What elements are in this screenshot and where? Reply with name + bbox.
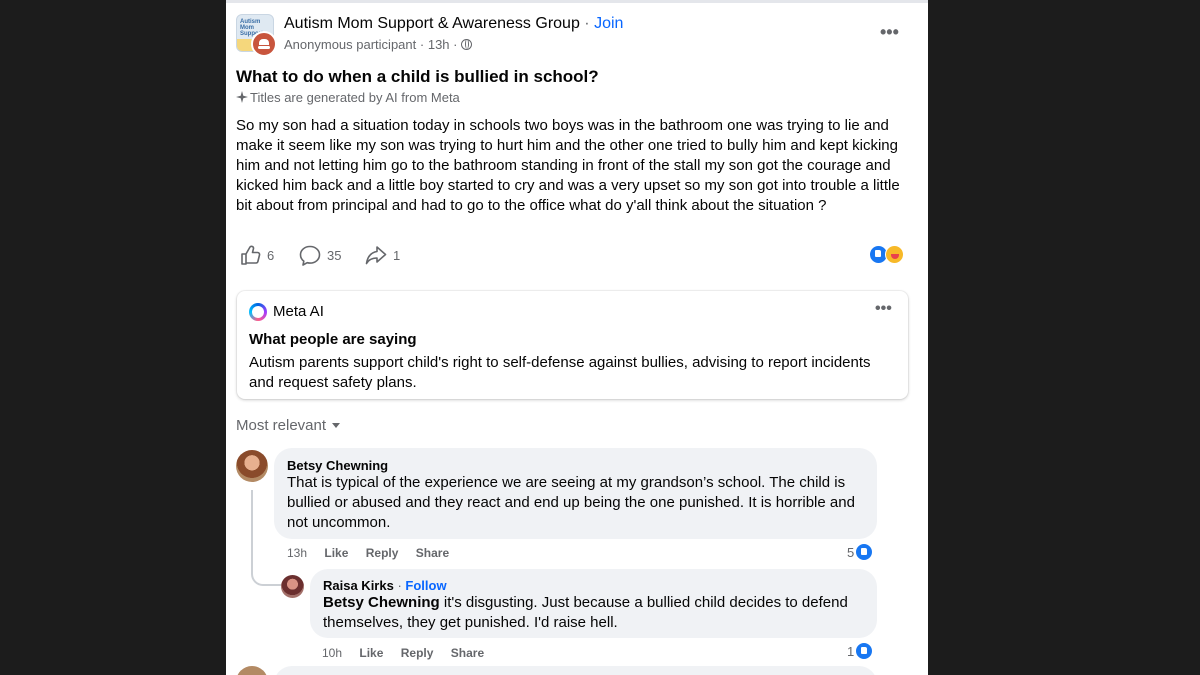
meta-ai-label: Meta AI xyxy=(273,303,324,320)
group-name-line: Autism Mom Support & Awareness Group · J… xyxy=(284,15,623,33)
sort-label: Most relevant xyxy=(236,417,327,434)
comment-reply-button[interactable]: Reply xyxy=(366,546,399,560)
comment-bubble: Betsy Chewning That is typical of the ex… xyxy=(274,448,877,539)
post-title: What to do when a child is bullied in sc… xyxy=(236,67,599,86)
ai-title-note-text: Titles are generated by AI from Meta xyxy=(250,90,460,105)
like-icon xyxy=(241,245,261,265)
comment-button[interactable]: 35 xyxy=(299,244,341,266)
meta-separator: · xyxy=(419,37,425,52)
comment-bubble xyxy=(274,666,877,675)
share-icon xyxy=(365,246,387,265)
post-time[interactable]: 13h xyxy=(428,37,450,52)
meta-ai-icon xyxy=(249,303,267,321)
reply-like-button[interactable]: Like xyxy=(359,646,383,660)
like-reaction-icon xyxy=(855,642,874,660)
avatar[interactable] xyxy=(281,575,304,598)
reaction-summary[interactable] xyxy=(869,245,909,265)
globe-icon xyxy=(461,39,473,50)
reply-text: Betsy Chewning it's disgusting. Just bec… xyxy=(323,593,868,633)
meta-ai-heading: What people are saying xyxy=(249,331,417,348)
reply-bubble: Raisa Kirks · Follow Betsy Chewning it's… xyxy=(310,569,877,638)
separator: · xyxy=(397,578,402,593)
comment-reaction-number: 5 xyxy=(847,544,855,560)
comment-actions: 13h Like Reply Share xyxy=(287,546,463,560)
like-button[interactable]: 6 xyxy=(240,244,274,266)
card-divider xyxy=(226,0,928,3)
comment-count: 35 xyxy=(327,247,342,263)
follow-button[interactable]: Follow xyxy=(405,578,446,593)
sparkle-icon xyxy=(236,91,248,103)
comment-time[interactable]: 13h xyxy=(287,546,307,560)
chevron-down-icon xyxy=(332,423,341,428)
avatar[interactable] xyxy=(236,450,268,482)
reply-share-button[interactable]: Share xyxy=(451,646,484,660)
comment-sort-dropdown[interactable]: Most relevant xyxy=(236,417,341,434)
group-name-link[interactable]: Autism Mom Support & Awareness Group xyxy=(284,15,580,32)
reply-time[interactable]: 10h xyxy=(322,646,342,660)
left-backdrop xyxy=(0,0,226,675)
reply-author[interactable]: Raisa Kirks xyxy=(323,578,394,593)
mention-link[interactable]: Betsy Chewning xyxy=(323,594,440,611)
care-reaction-icon xyxy=(885,245,904,264)
reply-actions: 10h Like Reply Share xyxy=(322,646,498,660)
comment-text: That is typical of the experience we are… xyxy=(287,474,855,531)
separator: · xyxy=(584,15,590,32)
ai-title-note: Titles are generated by AI from Meta xyxy=(236,90,460,105)
reply-reaction-number: 1 xyxy=(847,643,855,659)
post-more-button[interactable]: ••• xyxy=(880,22,899,43)
join-button[interactable]: Join xyxy=(594,15,623,32)
meta-ai-summary-text: Autism parents support child's right to … xyxy=(249,354,871,391)
meta-ai-more-button[interactable]: ••• xyxy=(875,300,892,318)
meta-separator-2: · xyxy=(453,37,458,52)
meta-ai-summary: Meta AI ••• What people are saying Autis… xyxy=(237,291,908,399)
share-button[interactable]: 1 xyxy=(365,244,400,266)
comment-icon xyxy=(299,245,321,266)
share-count: 1 xyxy=(393,247,401,263)
post-body: So my son had a situation today in schoo… xyxy=(236,117,900,214)
like-count: 6 xyxy=(267,247,275,263)
post-card: Autism Mom Support Autism Mom Support & … xyxy=(226,0,928,675)
reply-reply-button[interactable]: Reply xyxy=(401,646,434,660)
comment-reaction-count[interactable]: 5 xyxy=(847,543,874,561)
comment-like-button[interactable]: Like xyxy=(324,546,348,560)
like-reaction-icon xyxy=(855,543,874,561)
anonymous-icon xyxy=(251,31,277,57)
reply-reaction-count[interactable]: 1 xyxy=(847,642,874,660)
right-backdrop xyxy=(928,0,1200,675)
avatar[interactable] xyxy=(236,666,268,675)
post-meta: Anonymous participant · 13h · xyxy=(284,37,473,52)
comment-author[interactable]: Betsy Chewning xyxy=(287,458,388,473)
post-author: Anonymous participant xyxy=(284,37,417,52)
reply-author-line: Raisa Kirks · Follow xyxy=(323,578,447,593)
comment-share-button[interactable]: Share xyxy=(416,546,449,560)
